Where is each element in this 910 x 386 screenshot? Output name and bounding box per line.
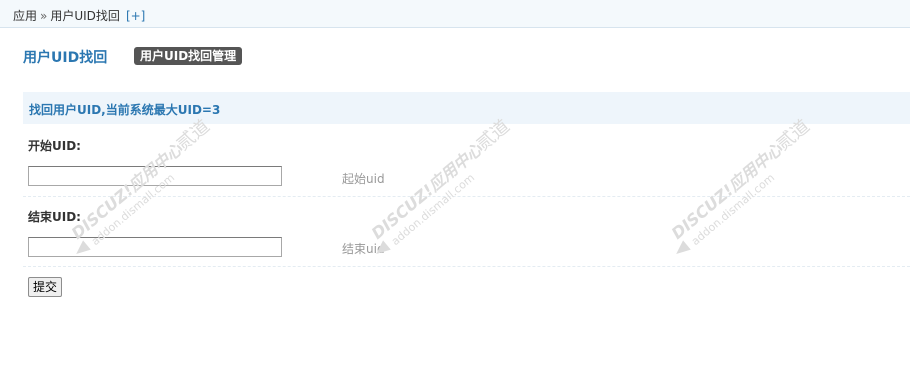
end-uid-hint: 结束uid	[342, 242, 385, 256]
svg-text:DISCUZ!应用中心: DISCUZ!应用中心	[68, 139, 187, 243]
breadcrumb-root[interactable]: 应用	[13, 9, 37, 23]
end-uid-input[interactable]	[28, 237, 282, 257]
watermark-logo: DISCUZ!应用中心 addon.dismall.com 贰道	[668, 116, 814, 254]
submit-button[interactable]: 提交	[28, 277, 63, 297]
svg-text:DISCUZ!应用中心: DISCUZ!应用中心	[368, 139, 487, 243]
start-uid-label: 开始UID:	[28, 139, 81, 153]
breadcrumb: 应用» 用户UID找回 [+]	[13, 7, 145, 24]
row-divider	[23, 196, 910, 197]
svg-text:addon.dismall.com: addon.dismall.com	[689, 171, 777, 248]
breadcrumb-current: 用户UID找回	[50, 9, 120, 23]
add-shortcut-link[interactable]: [+]	[126, 9, 145, 23]
svg-text:addon.dismall.com: addon.dismall.com	[389, 171, 477, 248]
end-uid-label: 结束UID:	[28, 210, 81, 224]
start-uid-input[interactable]	[28, 166, 282, 186]
page-title: 用户UID找回	[23, 50, 108, 66]
section-header-text: 找回用户UID,当前系统最大UID=3	[29, 103, 221, 117]
section-header: 找回用户UID,当前系统最大UID=3	[23, 92, 910, 124]
row-divider	[23, 266, 910, 267]
svg-text:DISCUZ!应用中心: DISCUZ!应用中心	[668, 139, 787, 243]
tab-uid-recovery-management[interactable]: 用户UID找回管理	[134, 47, 243, 65]
top-bar: 应用» 用户UID找回 [+]	[0, 0, 910, 28]
start-uid-hint: 起始uid	[342, 172, 385, 186]
breadcrumb-separator: »	[40, 9, 48, 23]
